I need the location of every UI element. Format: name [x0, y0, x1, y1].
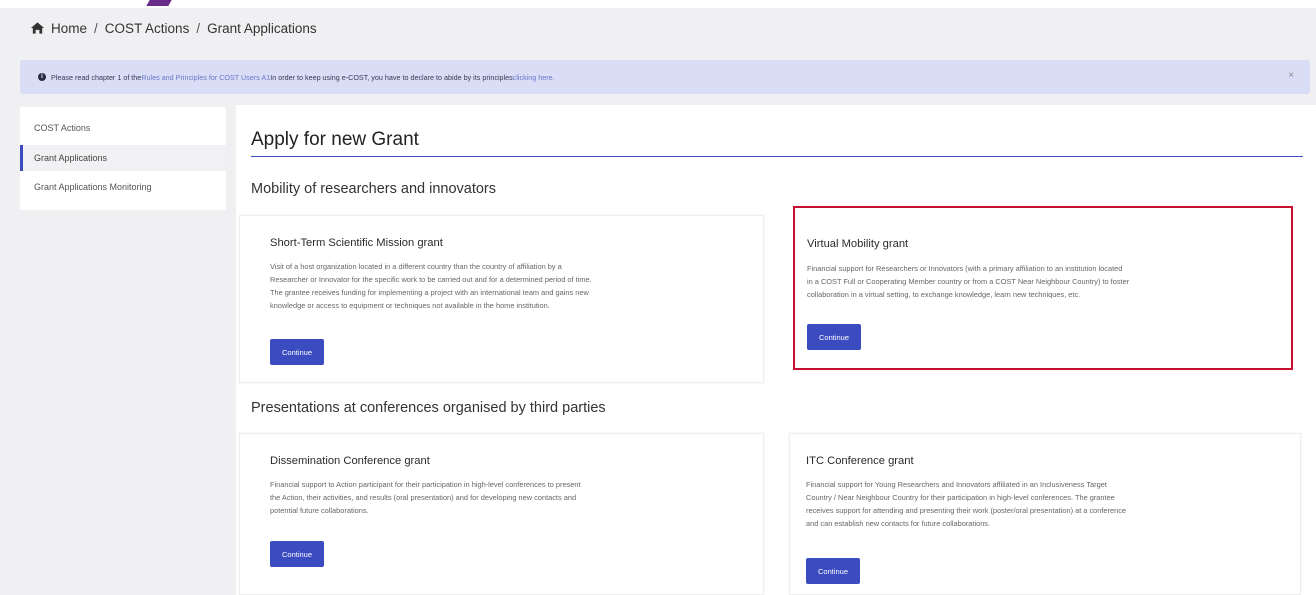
card-description-line: and can establish new contacts for futur…: [806, 519, 991, 528]
card-description: Financial support to Action participant …: [270, 478, 581, 517]
continue-button-stsm[interactable]: Continue: [270, 339, 325, 365]
card-description-line: The grantee receives funding for impleme…: [270, 288, 589, 297]
notice-text-1: Please read chapter 1 of the: [51, 72, 142, 82]
breadcrumb-separator: /: [94, 20, 98, 36]
rules-link[interactable]: Rules and Principles for COST Users A1: [141, 73, 270, 82]
card-description-line: knowledge or access to equipment or tech…: [270, 301, 550, 310]
card-description: Financial support for Researchers or Inn…: [807, 262, 1129, 301]
home-icon[interactable]: [30, 21, 45, 35]
breadcrumb-home[interactable]: Home: [51, 21, 87, 36]
declare-link[interactable]: clicking here.: [513, 73, 555, 82]
card-description-line: collaboration in a virtual setting, to e…: [807, 290, 1081, 299]
card-title: ITC Conference grant: [806, 455, 914, 467]
card-description-line: Financial support for Researchers or Inn…: [807, 264, 1123, 273]
card-description-line: receives support for attending and prese…: [806, 506, 1127, 515]
page-title: Apply for new Grant: [251, 129, 419, 150]
card-description-line: Financial support for Young Researchers …: [806, 480, 1107, 489]
sidebar-item-grant-applications-monitoring[interactable]: Grant Applications Monitoring: [20, 174, 226, 200]
main-content: Apply for new Grant Mobility of research…: [236, 105, 1316, 595]
breadcrumb-current: Grant Applications: [207, 20, 317, 36]
card-title: Dissemination Conference grant: [270, 455, 430, 467]
sidebar: COST Actions Grant Applications Grant Ap…: [20, 107, 226, 210]
notice-banner: i Please read chapter 1 of the Rules and…: [20, 60, 1310, 94]
card-description-line: the Action, their activities, and result…: [270, 493, 577, 502]
sidebar-item-label: COST Actions: [34, 123, 91, 133]
section-title-mobility: Mobility of researchers and innovators: [251, 181, 497, 197]
card-description-line: in a COST Full or Cooperating Member cou…: [807, 277, 1130, 286]
card-description: Visit of a host organization located in …: [270, 260, 592, 312]
card-description-line: Country / Near Neighbour Country for the…: [806, 493, 1115, 502]
section-title-conferences: Presentations at conferences organised b…: [251, 400, 606, 416]
breadcrumb: Home / COST Actions / Grant Applications: [30, 18, 317, 38]
title-divider: [251, 156, 1303, 157]
info-icon: i: [38, 73, 46, 81]
grant-card-dissemination-conference: Dissemination Conference grant Financial…: [239, 433, 764, 595]
continue-button-virtual-mobility[interactable]: Continue: [807, 324, 862, 350]
sidebar-item-cost-actions[interactable]: COST Actions: [20, 115, 226, 141]
card-description-line: Researcher or Innovator for the specific…: [270, 275, 592, 284]
notice-text-2: In order to keep using e-COST, you have …: [270, 72, 513, 82]
card-title: Virtual Mobility grant: [807, 238, 909, 250]
card-title: Short-Term Scientific Mission grant: [270, 237, 443, 249]
continue-button-dissemination[interactable]: Continue: [270, 541, 325, 567]
card-description-line: Financial support to Action participant …: [270, 480, 581, 489]
breadcrumb-cost-actions[interactable]: COST Actions: [105, 21, 190, 36]
card-description-line: Visit of a host organization located in …: [270, 262, 562, 271]
close-icon[interactable]: ×: [1288, 70, 1294, 81]
card-description: Financial support for Young Researchers …: [806, 478, 1126, 530]
grant-card-virtual-mobility: Virtual Mobility grant Financial support…: [793, 206, 1293, 370]
breadcrumb-separator: /: [196, 20, 201, 36]
grant-card-stsm: Short-Term Scientific Mission grant Visi…: [239, 215, 764, 383]
grant-card-itc-conference: ITC Conference grant Financial support f…: [789, 433, 1301, 595]
continue-button-itc[interactable]: Continue: [806, 558, 861, 584]
top-bar: [0, 0, 1316, 8]
brand-accent: [146, 0, 172, 6]
sidebar-item-grant-applications[interactable]: Grant Applications: [20, 145, 226, 171]
sidebar-item-label: Grant Applications: [34, 153, 108, 163]
sidebar-item-label: Grant Applications Monitoring: [34, 182, 152, 192]
card-description-line: potential future collaborations.: [270, 506, 369, 515]
